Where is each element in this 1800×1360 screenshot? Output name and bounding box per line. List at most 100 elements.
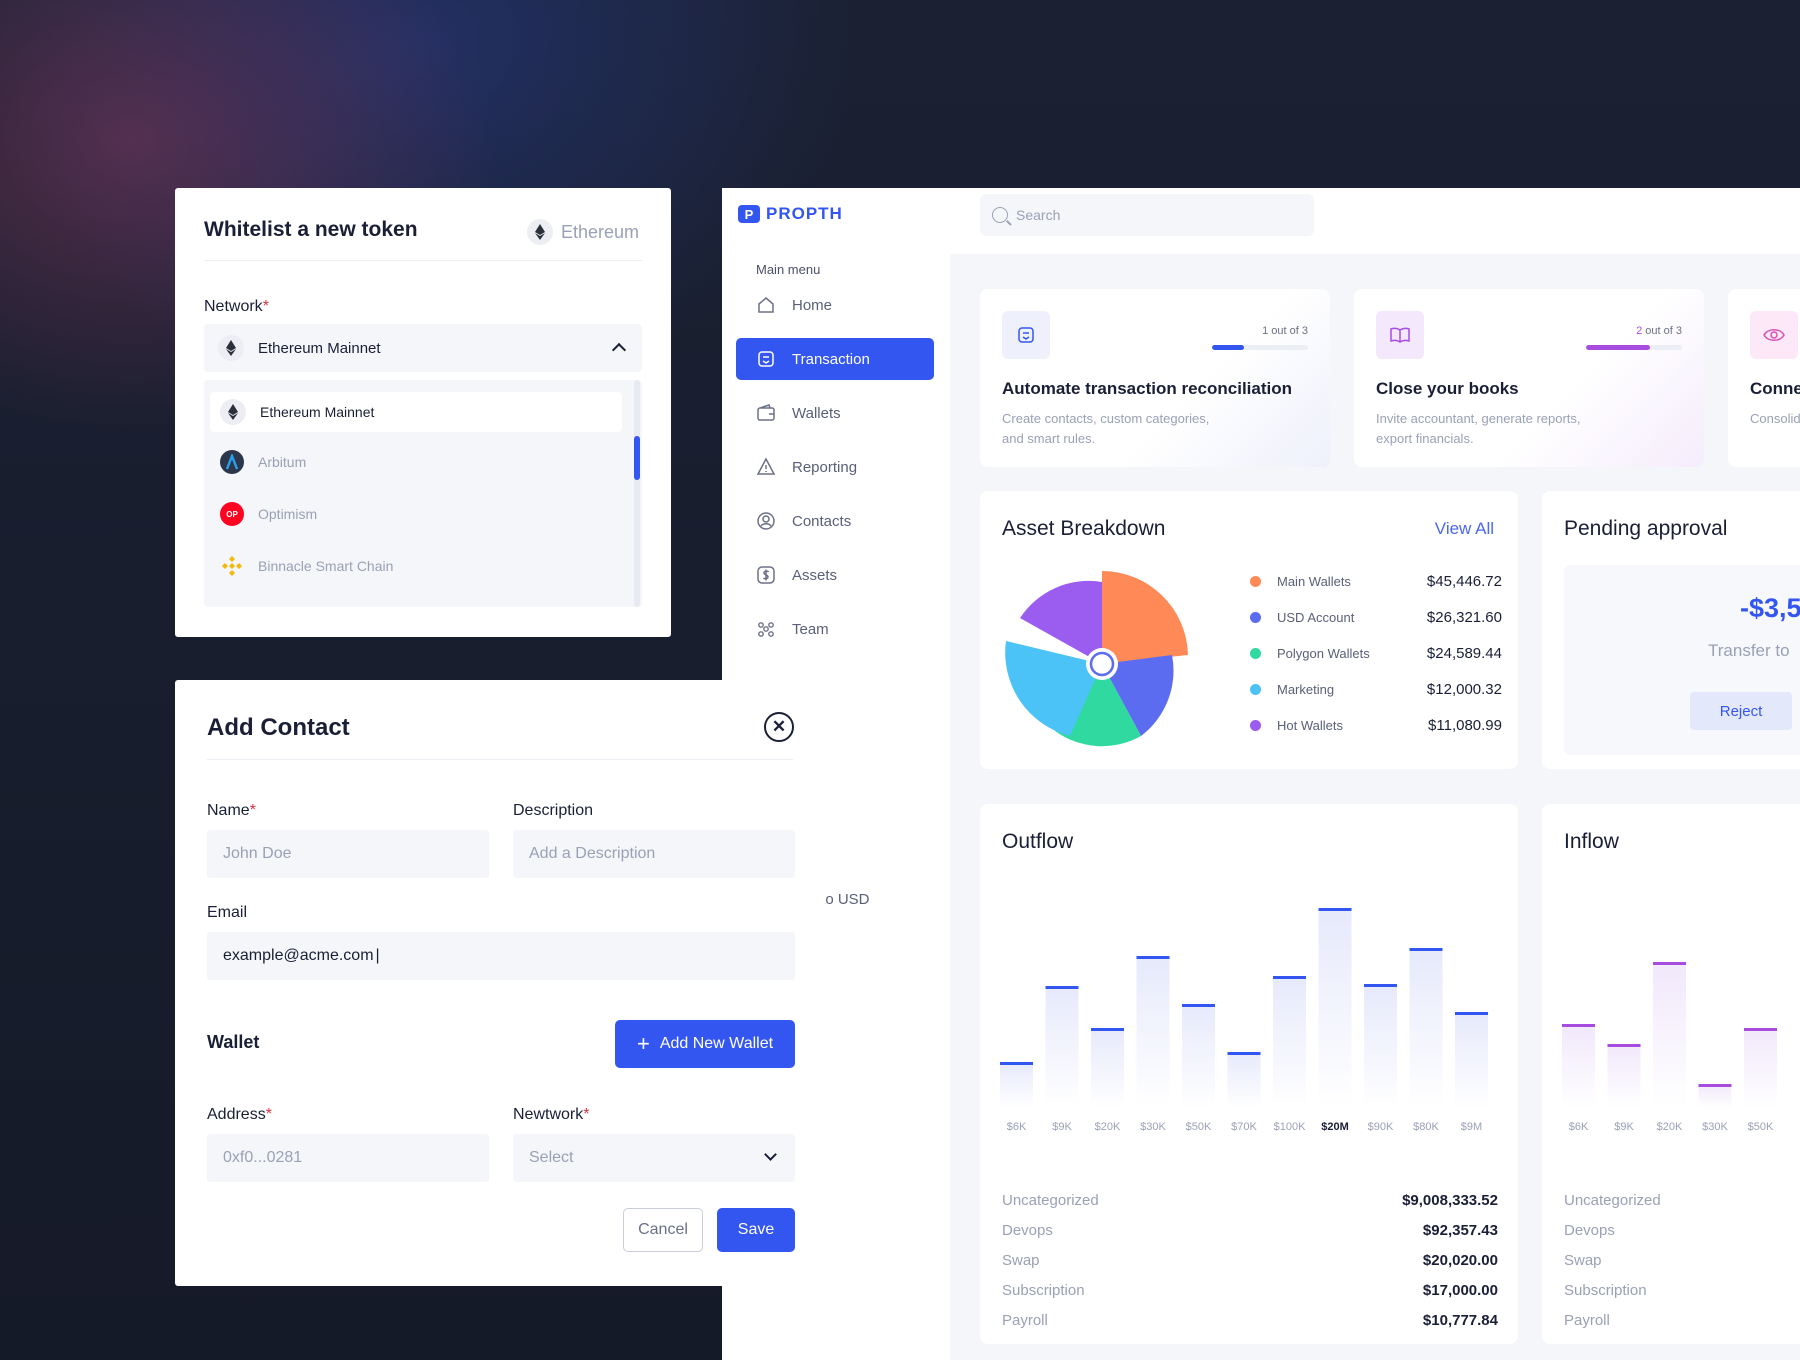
- bar[interactable]: [1562, 1024, 1595, 1108]
- bar[interactable]: [1653, 962, 1686, 1108]
- network-select[interactable]: Select: [513, 1134, 795, 1182]
- bar-cap: [1607, 1044, 1641, 1047]
- bnb-icon: [220, 554, 244, 578]
- network-option[interactable]: Ethereum Mainnet: [210, 392, 622, 432]
- task-card-connect[interactable]: Conne Consolid exchang: [1728, 289, 1800, 467]
- scrollbar[interactable]: [634, 380, 640, 607]
- sidebar-item-label: Wallets: [792, 404, 841, 422]
- plus-icon: +: [636, 1031, 650, 1056]
- network-option[interactable]: Arbitum: [210, 442, 622, 482]
- bar[interactable]: [1136, 956, 1170, 1108]
- sidebar-item-label: Transaction: [792, 350, 870, 368]
- bar[interactable]: [1227, 1052, 1261, 1108]
- legend-value: $11,080.99: [1428, 716, 1502, 734]
- close-icon[interactable]: ✕: [764, 712, 794, 742]
- bar-cap: [1698, 1084, 1732, 1087]
- bar[interactable]: [1091, 1028, 1124, 1108]
- search-icon: [992, 207, 1008, 223]
- outflow-value: $17,000.00: [1422, 1282, 1498, 1299]
- address-field[interactable]: 0xf0...0281: [207, 1134, 489, 1182]
- network-option[interactable]: OP Optimism: [210, 494, 622, 534]
- receipt-icon: [1002, 311, 1050, 359]
- legend-item: Marketing $12,000.32: [1250, 679, 1502, 699]
- view-all-link[interactable]: View All: [1435, 519, 1494, 539]
- brand-mark: P: [738, 205, 760, 223]
- team-icon: [756, 619, 776, 639]
- brand-logo[interactable]: P PROPTH: [738, 204, 843, 224]
- outflow-row: Uncategorized $9,008,333.52: [1002, 1192, 1498, 1212]
- pie-slice-main-wallets[interactable]: [1102, 571, 1188, 664]
- legend-label: Marketing: [1277, 681, 1335, 697]
- bar-cap: [1653, 962, 1686, 965]
- home-icon: [756, 295, 776, 315]
- bar[interactable]: [1607, 1044, 1641, 1108]
- reject-button[interactable]: Reject: [1690, 692, 1792, 730]
- bar[interactable]: [1364, 984, 1397, 1108]
- add-new-wallet-button[interactable]: + Add New Wallet: [615, 1020, 795, 1068]
- address-label: Address*: [207, 1106, 272, 1123]
- network-option[interactable]: Binnacle Smart Chain: [210, 546, 622, 586]
- chain-indicator: Ethereum: [526, 219, 639, 245]
- bar-cap: [1091, 1028, 1124, 1031]
- legend-dot: [1250, 575, 1261, 587]
- inflow-label: Subscription: [1564, 1282, 1647, 1299]
- legend-value: $26,321.60: [1426, 608, 1502, 626]
- network-label: Newtwork*: [513, 1106, 590, 1123]
- task-progress-text: 1 out of 3: [1262, 325, 1308, 337]
- sidebar-item-team[interactable]: Team: [736, 608, 934, 650]
- brand-name: PROPTH: [766, 204, 843, 223]
- task-card-close-books[interactable]: 2 out of 3 Close your books Invite accou…: [1354, 289, 1704, 467]
- x-tick-label: $9M: [1461, 1121, 1482, 1133]
- legend-item: USD Account $26,321.60: [1250, 607, 1502, 627]
- bar[interactable]: [1000, 1062, 1033, 1108]
- bar[interactable]: [1045, 986, 1079, 1108]
- description-label: Description: [513, 802, 594, 819]
- email-field[interactable]: example@acme.com |: [207, 932, 795, 980]
- sidebar-item-home[interactable]: Home: [736, 284, 934, 326]
- bar[interactable]: [1273, 976, 1306, 1108]
- pending-subtitle: Transfer to: [1708, 641, 1790, 660]
- task-progress-fill: [1212, 345, 1244, 350]
- legend-item: Main Wallets $45,446.72: [1250, 571, 1502, 591]
- task-description: Consolid exchang: [1750, 411, 1800, 426]
- inflow-label: Payroll: [1564, 1312, 1610, 1329]
- sidebar-item-assets[interactable]: Assets: [736, 554, 934, 596]
- asset-breakdown-title: Asset Breakdown: [1002, 517, 1166, 540]
- cancel-button[interactable]: Cancel: [623, 1208, 703, 1252]
- bar[interactable]: [1182, 1004, 1215, 1108]
- task-card-reconciliation[interactable]: 1 out of 3 Automate transaction reconcil…: [980, 289, 1330, 467]
- x-tick-label: $20K: [1095, 1121, 1121, 1133]
- legend-dot: [1250, 683, 1261, 695]
- search-input[interactable]: Search: [980, 194, 1314, 236]
- whitelist-token-modal: Whitelist a new token Ethereum Network* …: [175, 188, 671, 637]
- main-menu-label: Main menu: [756, 262, 821, 277]
- bar[interactable]: [1409, 948, 1443, 1108]
- sidebar-item-reporting[interactable]: Reporting: [736, 446, 934, 488]
- outflow-card: Outflow $6K $9K $20K $30K $50K $70K $100K $20M $…: [980, 804, 1518, 1344]
- inflow-row: Devops: [1564, 1222, 1800, 1242]
- bar[interactable]: [1744, 1028, 1777, 1108]
- x-tick-label: $50K: [1748, 1121, 1774, 1133]
- email-value: example@acme.com: [223, 947, 374, 964]
- x-tick-label: $6K: [1569, 1121, 1589, 1133]
- network-option-label: Ethereum Mainnet: [260, 404, 375, 420]
- network-select[interactable]: Ethereum Mainnet: [204, 324, 642, 372]
- bar[interactable]: [1318, 908, 1352, 1108]
- bar[interactable]: [1698, 1084, 1732, 1108]
- x-tick-label: $80K: [1413, 1121, 1439, 1133]
- inflow-label: Swap: [1564, 1252, 1602, 1269]
- name-field[interactable]: John Doe: [207, 830, 489, 878]
- task-description: Invite accountant, generate reports, exp…: [1376, 411, 1581, 446]
- bar-cap: [1455, 1012, 1488, 1015]
- legend-dot: [1250, 611, 1261, 623]
- sidebar-item-wallets[interactable]: Wallets: [736, 392, 934, 434]
- save-button[interactable]: Save: [717, 1208, 795, 1252]
- scrollbar-thumb[interactable]: [634, 436, 640, 480]
- sidebar-item-transaction[interactable]: Transaction: [736, 338, 934, 380]
- wallet-label: Wallet: [207, 1032, 260, 1052]
- bar[interactable]: [1455, 1012, 1488, 1108]
- x-tick-label: $50K: [1186, 1121, 1212, 1133]
- bar-cap: [1364, 984, 1397, 987]
- description-field[interactable]: Add a Description: [513, 830, 795, 878]
- sidebar-item-contacts[interactable]: Contacts: [736, 500, 934, 542]
